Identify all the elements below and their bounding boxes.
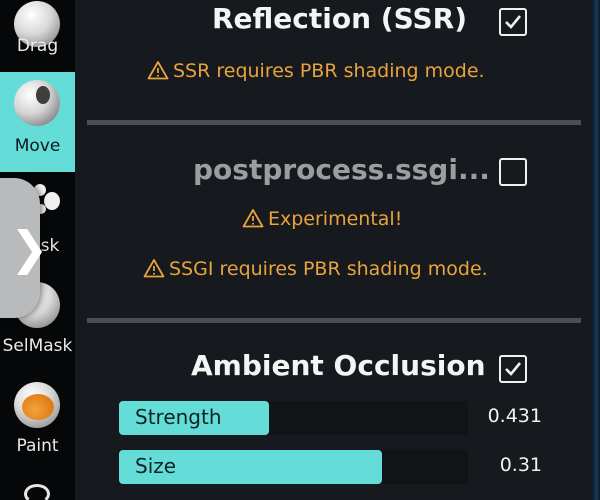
- ssr-warning-text: SSR requires PBR shading mode.: [173, 60, 485, 82]
- chevron-right-icon: ❯: [10, 221, 49, 275]
- section-divider: [87, 318, 581, 323]
- tool-move[interactable]: Move: [0, 72, 75, 172]
- ao-size-slider[interactable]: Size: [119, 450, 468, 484]
- ssgi-title: postprocess.ssgi...: [193, 153, 490, 186]
- ssr-checkbox[interactable]: [499, 8, 527, 36]
- slider-label: Size: [135, 454, 177, 478]
- ssgi-warning-experimental-text: Experimental!: [268, 208, 403, 230]
- paint-tool-icon: [14, 382, 60, 428]
- more-tools-icon[interactable]: [24, 484, 50, 500]
- ao-checkbox[interactable]: [499, 355, 527, 383]
- ao-strength-slider[interactable]: Strength: [119, 401, 468, 435]
- tool-label-selmask: SelMask: [2, 336, 73, 356]
- sidebar-toggle-handle[interactable]: ❯: [0, 178, 49, 318]
- viewport-edge: [592, 0, 600, 500]
- ao-title: Ambient Occlusion: [191, 349, 486, 382]
- tool-label-drag: Drag: [16, 36, 59, 56]
- ssgi-warning-pbr: SSGI requires PBR shading mode.: [143, 258, 488, 280]
- ao-strength-value[interactable]: 0.431: [452, 405, 542, 427]
- checkmark-icon: [505, 362, 522, 376]
- ssr-warning: SSR requires PBR shading mode.: [147, 60, 485, 82]
- ssgi-warning-experimental: Experimental!: [242, 208, 402, 230]
- tool-label-paint: Paint: [16, 436, 59, 456]
- warning-icon: [147, 61, 169, 80]
- section-divider: [87, 120, 581, 125]
- tool-paint[interactable]: Paint: [0, 372, 75, 472]
- slider-label: Strength: [135, 405, 222, 429]
- tool-drag[interactable]: Drag: [0, 0, 75, 56]
- ssgi-warning-pbr-text: SSGI requires PBR shading mode.: [169, 258, 488, 280]
- move-tool-icon: [14, 80, 60, 126]
- ssr-title: Reflection (SSR): [212, 2, 468, 35]
- tool-label-move: Move: [14, 136, 61, 156]
- ao-size-value[interactable]: 0.31: [452, 454, 542, 476]
- warning-icon: [242, 209, 264, 228]
- settings-panel: Reflection (SSR) SSR requires PBR shadin…: [75, 0, 592, 500]
- checkmark-icon: [505, 15, 522, 29]
- warning-icon: [143, 259, 165, 278]
- ssgi-checkbox[interactable]: [499, 158, 527, 186]
- app-root: Drag Move Mask SelMask Paint: [0, 0, 600, 500]
